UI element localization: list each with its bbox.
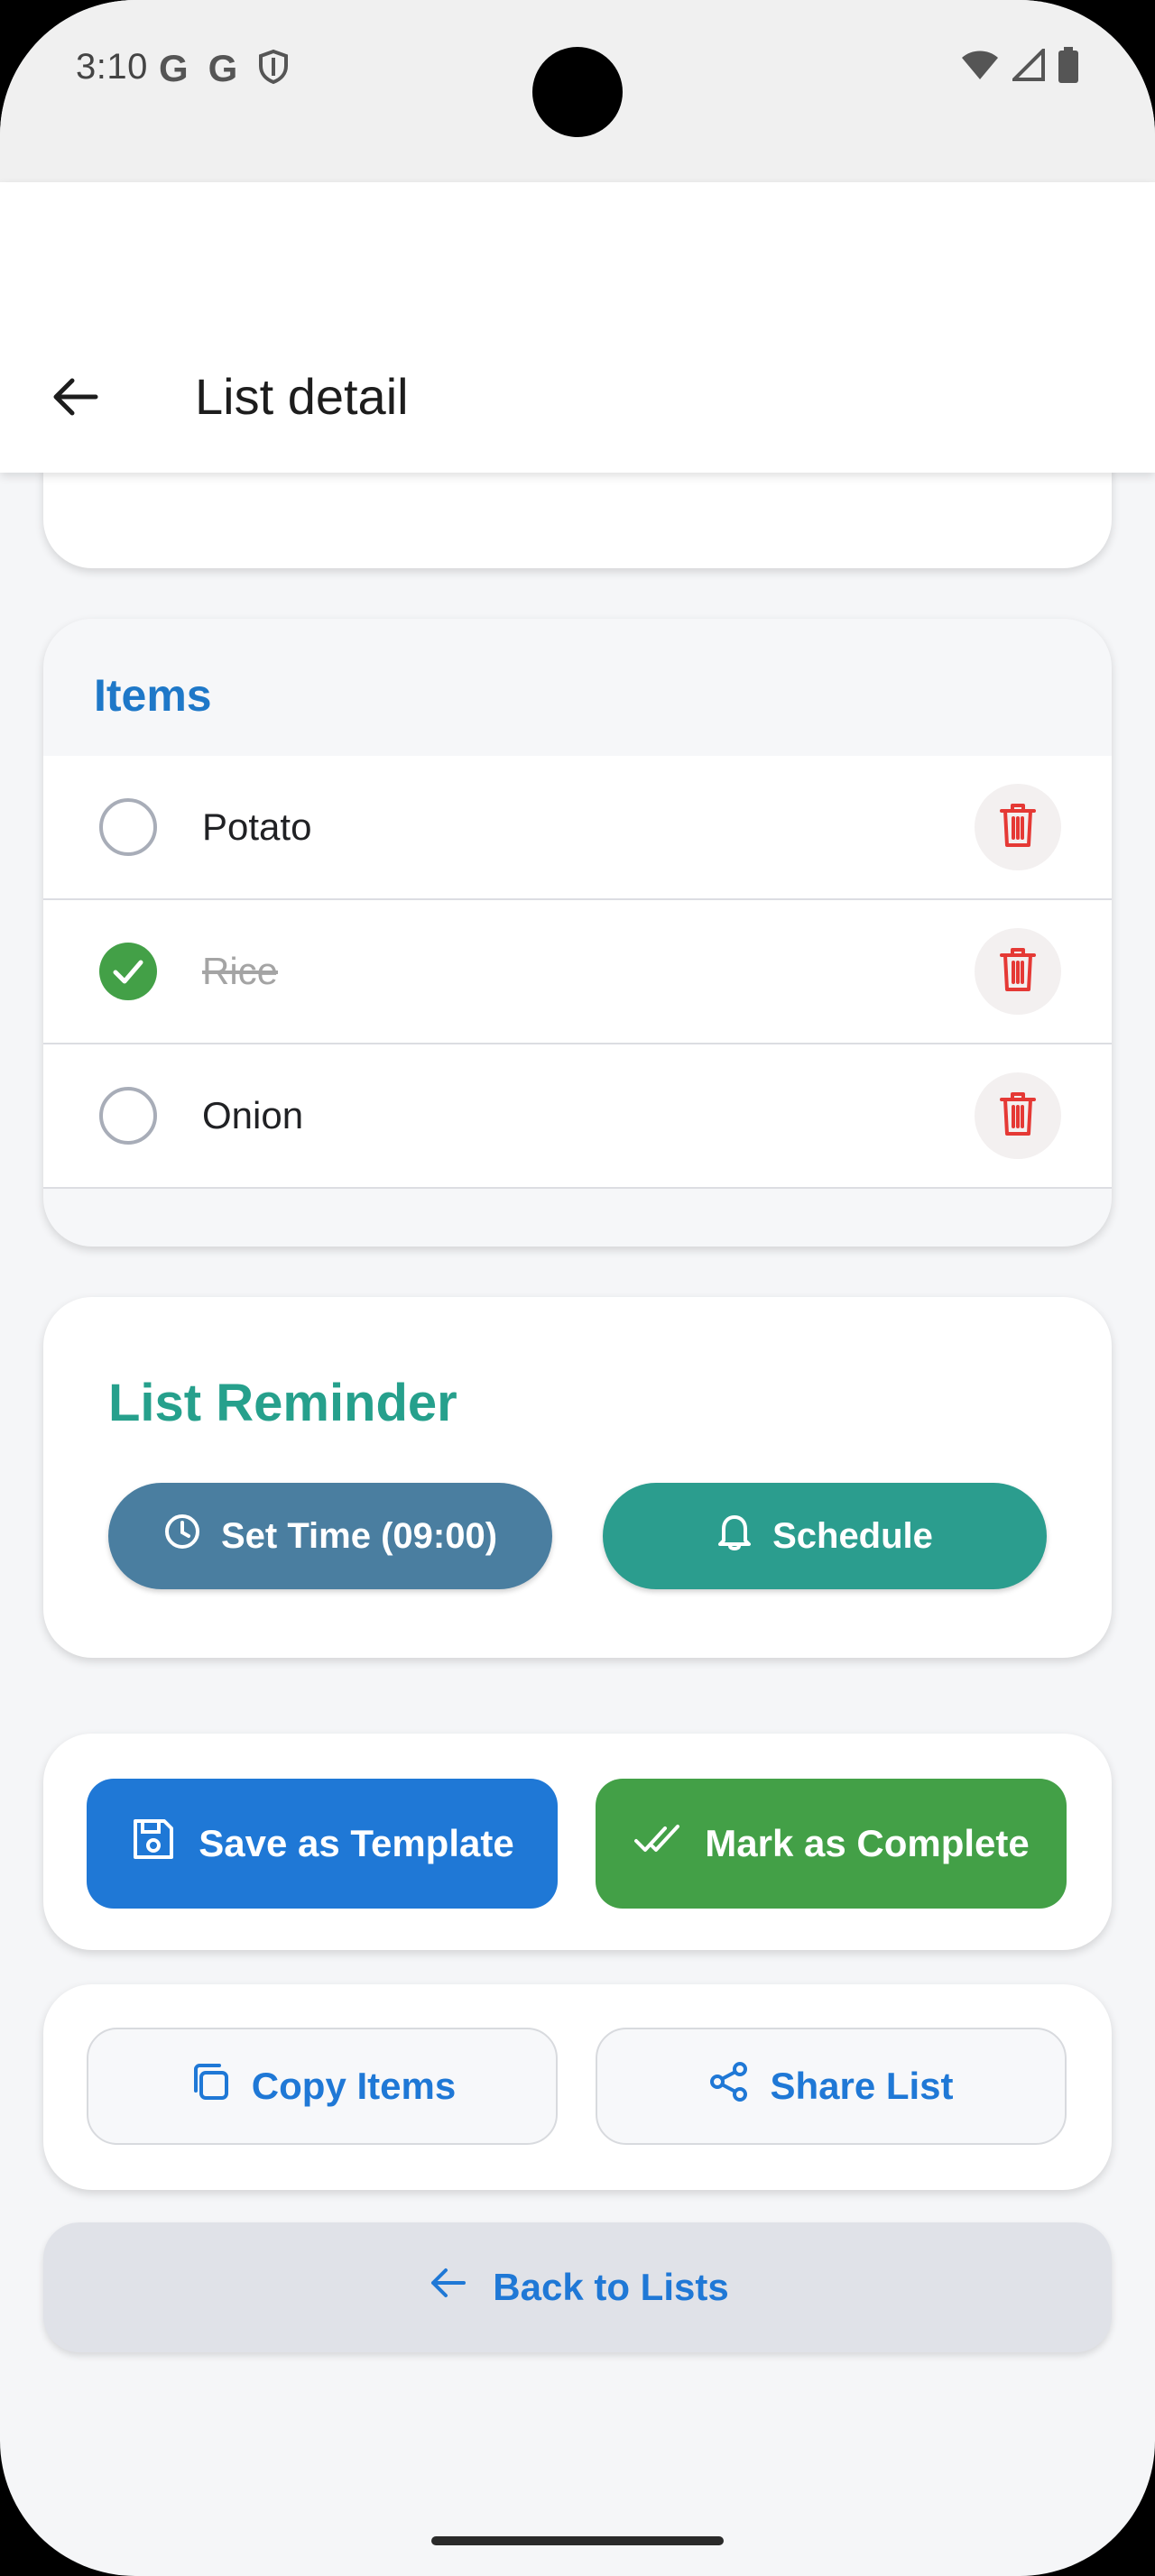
save-template-button[interactable]: Save as Template: [87, 1779, 558, 1909]
set-time-label: Set Time (09:00): [220, 1515, 498, 1556]
item-label: Onion: [202, 1094, 304, 1136]
clock-icon: [163, 1513, 201, 1559]
status-right-icons: [960, 46, 1079, 87]
copy-items-button[interactable]: Copy Items: [87, 2028, 558, 2145]
copy-icon: [189, 2060, 232, 2112]
save-template-label: Save as Template: [199, 1822, 514, 1864]
share-icon: [708, 2061, 750, 2111]
schedule-button[interactable]: Schedule: [603, 1483, 1047, 1589]
bell-icon: [716, 1512, 753, 1560]
delete-button[interactable]: [975, 1072, 1061, 1159]
checkbox[interactable]: [99, 1087, 157, 1145]
checkbox-checked[interactable]: [99, 943, 157, 1000]
list-item[interactable]: Rice: [43, 900, 1112, 1044]
items-title: Items: [94, 670, 212, 721]
reminder-title: List Reminder: [108, 1374, 457, 1432]
delete-button[interactable]: [975, 928, 1061, 1015]
google-icon: G: [159, 47, 189, 89]
delete-button[interactable]: [975, 784, 1061, 870]
items-card: Items Potato Rice Onion: [43, 619, 1112, 1247]
back-to-lists-label: Back to Lists: [493, 2266, 729, 2308]
arrow-left-icon: [426, 2261, 469, 2314]
copy-items-label: Copy Items: [251, 2065, 457, 2107]
schedule-label: Schedule: [772, 1515, 933, 1556]
shield-icon: [257, 49, 290, 89]
mark-complete-label: Mark as Complete: [705, 1822, 1030, 1864]
primary-actions-card: Save as Template Mark as Complete: [43, 1734, 1112, 1950]
battery-icon: [1058, 47, 1079, 87]
item-label: Rice: [202, 950, 279, 992]
reminder-card: List Reminder Set Time (09:00) Schedule: [43, 1297, 1112, 1658]
app-bar: [0, 182, 1155, 473]
set-time-button[interactable]: Set Time (09:00): [108, 1483, 552, 1589]
trash-icon: [998, 946, 1038, 998]
save-icon: [130, 1816, 177, 1872]
secondary-actions-card: Copy Items Share List: [43, 1984, 1112, 2190]
camera-cutout: [532, 47, 623, 137]
list-item[interactable]: Potato: [43, 756, 1112, 900]
wifi-icon: [960, 49, 1000, 86]
share-list-label: Share List: [770, 2065, 954, 2107]
phone-screen: 3:10 G G List detail Items Potato Rice O…: [0, 0, 1155, 2576]
back-arrow-icon[interactable]: [47, 368, 105, 426]
page-title: List detail: [195, 368, 409, 425]
item-label: Potato: [202, 805, 312, 848]
trash-icon: [998, 802, 1038, 853]
checkbox[interactable]: [99, 798, 157, 856]
list-item[interactable]: Onion: [43, 1044, 1112, 1189]
double-check-icon: [633, 1821, 683, 1866]
share-list-button[interactable]: Share List: [596, 2028, 1067, 2145]
mark-complete-button[interactable]: Mark as Complete: [596, 1779, 1067, 1909]
status-left-icons: G G: [159, 47, 290, 90]
signal-icon: [1010, 46, 1045, 86]
trash-icon: [998, 1090, 1038, 1142]
status-time: 3:10: [76, 47, 148, 87]
back-to-lists-button[interactable]: Back to Lists: [43, 2222, 1112, 2352]
google-icon: G: [208, 47, 238, 89]
home-indicator[interactable]: [431, 2536, 724, 2545]
status-bar: 3:10 G G: [0, 0, 1155, 182]
